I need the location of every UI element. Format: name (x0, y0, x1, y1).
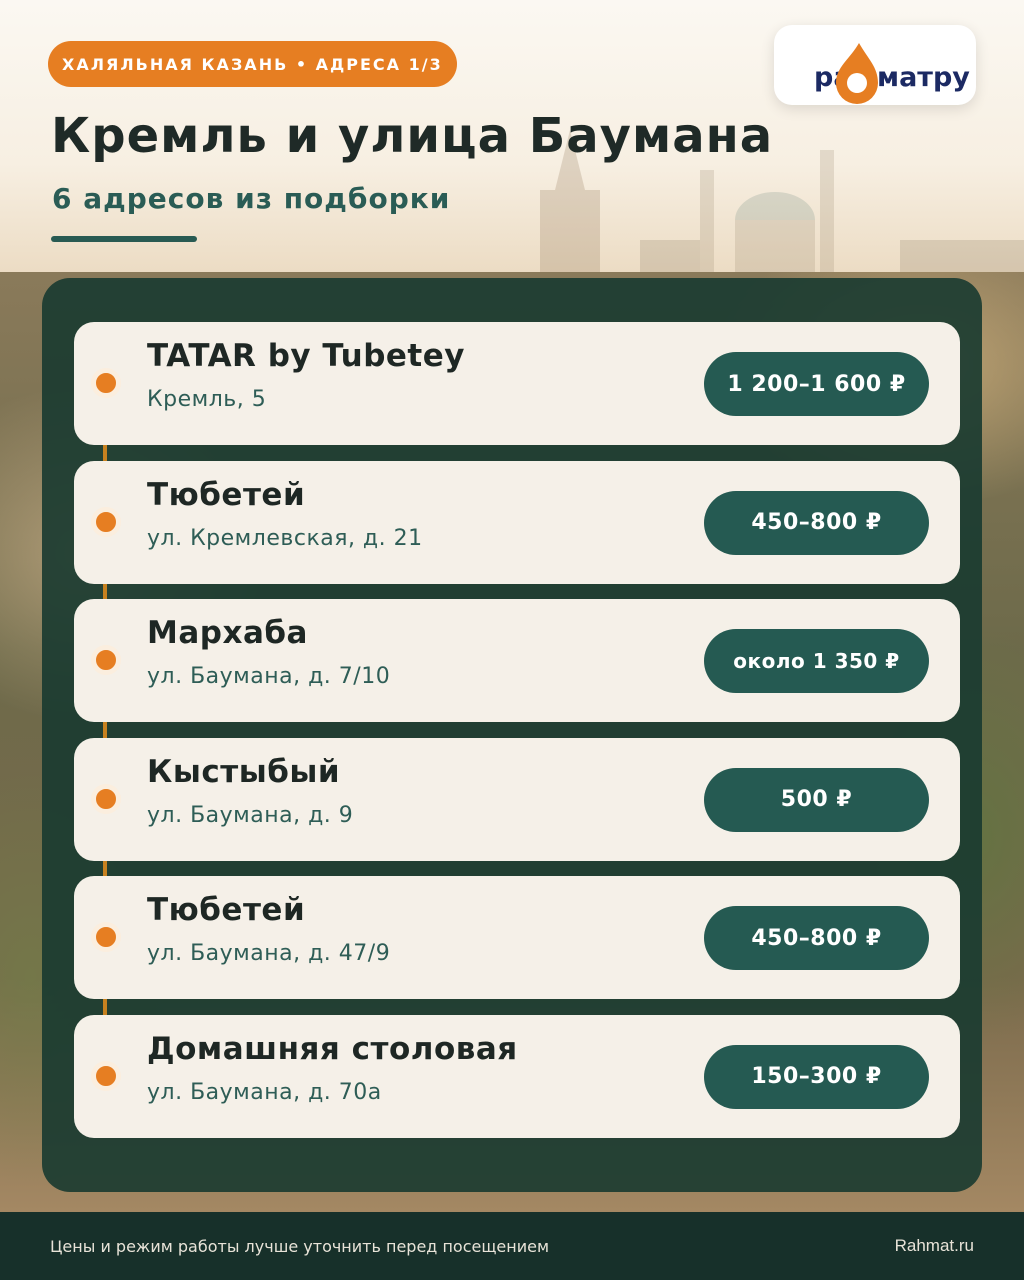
price-badge: около 1 350 ₽ (704, 629, 929, 693)
page-title: Кремль и улица Баумана (51, 108, 774, 164)
footer-bar: Цены и режим работы лучше уточнить перед… (0, 1212, 1024, 1280)
timeline-dot-icon (91, 506, 121, 537)
place-address: ул. Баумана, д. 47/9 (147, 941, 391, 966)
place-card[interactable]: Домашняя столовая ул. Баумана, д. 70а 15… (74, 1014, 960, 1138)
place-address: ул. Баумана, д. 7/10 (147, 664, 391, 689)
price-badge: 450–800 ₽ (704, 906, 929, 970)
places-list: TATAR by Tubetey Кремль, 5 1 200–1 600 ₽… (74, 322, 960, 1153)
price-badge: 1 200–1 600 ₽ (704, 352, 929, 416)
drop-logo-icon (836, 43, 878, 104)
place-address: ул. Кремлевская, д. 21 (147, 525, 423, 551)
place-card[interactable]: Кыстыбый ул. Баумана, д. 9 500 ₽ (74, 737, 960, 861)
place-name: Тюбетей (147, 892, 306, 928)
place-name: Мархаба (147, 615, 308, 651)
timeline-dot-icon (91, 1060, 121, 1091)
page-subtitle: 6 адресов из подборки (52, 182, 451, 215)
place-card[interactable]: Мархаба ул. Баумана, д. 7/10 около 1 350… (74, 599, 960, 722)
place-name: Тюбетей (147, 476, 306, 513)
place-name: Кыстыбый (147, 753, 341, 790)
price-badge: 150–300 ₽ (704, 1044, 929, 1109)
timeline-dot-icon (91, 645, 121, 675)
place-address: ул. Баумана, д. 70а (147, 1079, 382, 1105)
price-badge: 450–800 ₽ (704, 490, 929, 555)
place-card[interactable]: Тюбетей ул. Баумана, д. 47/9 450–800 ₽ (74, 876, 960, 999)
footer-note: Цены и режим работы лучше уточнить перед… (50, 1236, 550, 1256)
category-tag: ХАЛЯЛЬНАЯ КАЗАНЬ • АДРЕСА 1/3 (48, 41, 457, 87)
place-name: Домашняя столовая (147, 1030, 518, 1067)
timeline-dot-icon (91, 922, 121, 952)
brand-logo[interactable]: ра матру (774, 25, 976, 105)
title-underline (51, 236, 197, 242)
place-name: TATAR by Tubetey (147, 338, 465, 374)
place-card[interactable]: TATAR by Tubetey Кремль, 5 1 200–1 600 ₽ (74, 322, 960, 445)
price-badge: 500 ₽ (704, 767, 929, 832)
logo-text-right: матру (877, 62, 970, 93)
place-card[interactable]: Тюбетей ул. Кремлевская, д. 21 450–800 ₽ (74, 460, 960, 584)
timeline-dot-icon (91, 783, 121, 814)
timeline-dot-icon (91, 368, 121, 398)
place-address: Кремль, 5 (147, 387, 267, 412)
footer-site-link[interactable]: Rahmat.ru (895, 1236, 974, 1256)
place-address: ул. Баумана, д. 9 (147, 802, 354, 828)
